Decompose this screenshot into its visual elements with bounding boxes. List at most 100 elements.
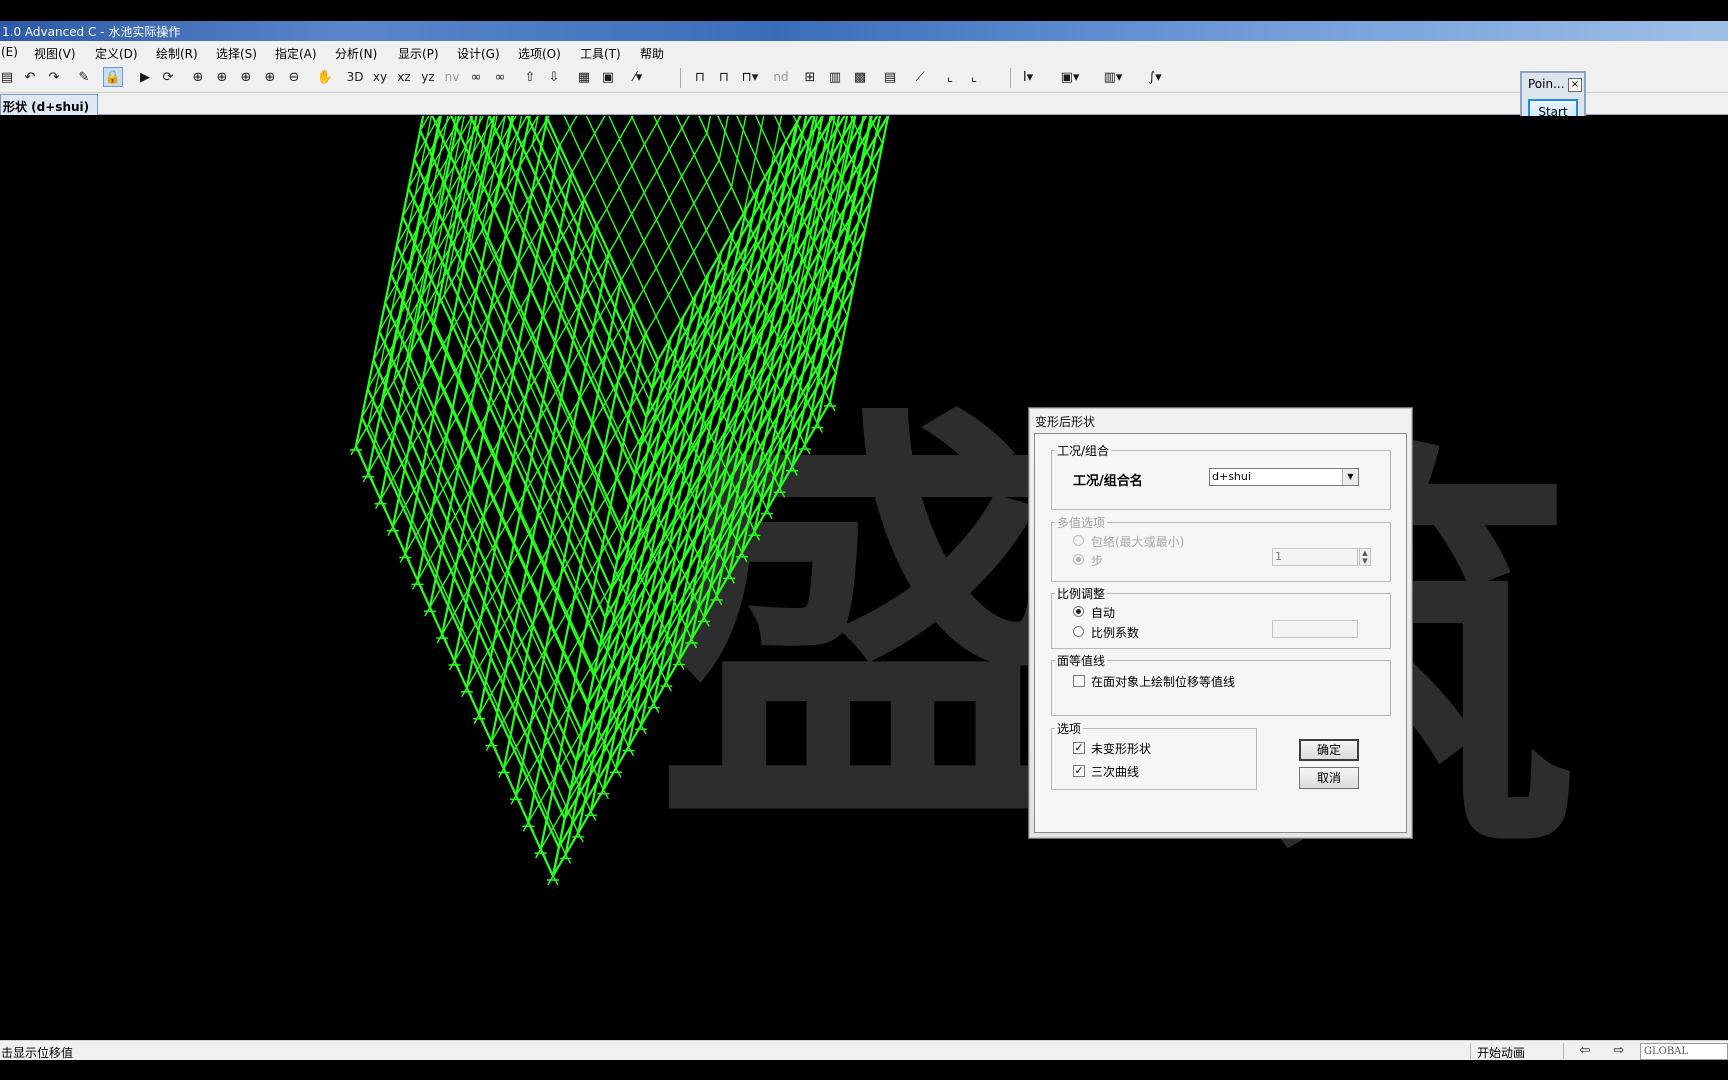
- step-radio[interactable]: [1073, 554, 1084, 565]
- joint-loads-icon[interactable]: ⊞: [800, 67, 820, 87]
- view-xz-button[interactable]: xz: [394, 67, 414, 87]
- app-window: 1.0 Advanced C - 水池实际操作 (E) 视图(V) 定义(D) …: [0, 0, 1728, 1080]
- tables-icon[interactable]: ▤: [880, 67, 900, 87]
- zoom-out-icon[interactable]: ⊖: [284, 67, 304, 87]
- cancel-button[interactable]: 取消: [1299, 767, 1359, 789]
- menu-options[interactable]: 选项(O): [518, 45, 561, 62]
- view-yz-label: yz: [421, 70, 435, 84]
- screen-dropdown-icon[interactable]: ▣▾: [1060, 67, 1080, 87]
- function-plot-icon[interactable]: ⟋: [910, 67, 930, 87]
- mesh-line: [413, 116, 441, 160]
- support-marker: [635, 723, 648, 735]
- support-marker: [761, 508, 774, 520]
- object-shrink-icon[interactable]: ▦: [574, 67, 594, 87]
- menu-select[interactable]: 选择(S): [216, 45, 257, 62]
- support-marker: [423, 605, 436, 617]
- view-yz-button[interactable]: yz: [418, 67, 438, 87]
- zoom-extents-icon[interactable]: ⊕: [212, 67, 232, 87]
- start-animation-label[interactable]: 开始动画: [1477, 1044, 1525, 1061]
- frame-loads-icon[interactable]: ▥: [825, 67, 845, 87]
- toolbar-separator: [1010, 68, 1011, 88]
- frame-icon[interactable]: ⊓: [690, 67, 710, 87]
- zoom-in-icon[interactable]: ⊕: [260, 67, 280, 87]
- ok-button[interactable]: 确定: [1299, 739, 1359, 761]
- zoom-previous-icon[interactable]: ⊕: [236, 67, 256, 87]
- envelope-radio[interactable]: [1073, 535, 1084, 546]
- chart-2-icon[interactable]: ⌞: [964, 67, 984, 87]
- undeformed-checkbox[interactable]: ✓: [1073, 742, 1085, 754]
- run-analysis-icon[interactable]: ▶: [135, 67, 155, 87]
- chart-icon[interactable]: ⌞: [940, 67, 960, 87]
- shell-loads-icon[interactable]: ▩: [850, 67, 870, 87]
- step-spinner[interactable]: ▲ ▼: [1359, 548, 1371, 566]
- model-viewport[interactable]: 盛 筑: [0, 116, 1728, 1040]
- support-marker: [448, 659, 461, 671]
- file-icon[interactable]: ▤: [0, 67, 17, 87]
- menu-analyze[interactable]: 分析(N): [335, 45, 377, 62]
- move-up-icon[interactable]: ⇧: [520, 67, 540, 87]
- contour-checkbox[interactable]: [1073, 675, 1085, 687]
- step-input[interactable]: 1: [1272, 548, 1358, 566]
- auto-scale-radio[interactable]: [1073, 606, 1084, 617]
- rotate-icon[interactable]: ⟳: [158, 67, 178, 87]
- menu-display[interactable]: 显示(P): [398, 45, 439, 62]
- chevron-down-icon[interactable]: ▼: [1342, 469, 1358, 485]
- pan-icon[interactable]: ✋: [315, 67, 335, 87]
- view-nv-label: nv: [444, 70, 460, 84]
- case-name-label: 工况/组合名: [1073, 474, 1143, 489]
- tab-deformed-shape[interactable]: 形状 (d+shui): [0, 94, 98, 115]
- scale-group-label: 比例调整: [1055, 585, 1108, 602]
- support-marker: [748, 529, 761, 541]
- scale-factor-radio[interactable]: [1073, 626, 1084, 637]
- redo-icon[interactable]: ↷: [44, 67, 64, 87]
- menu-define[interactable]: 定义(D): [95, 45, 138, 62]
- arrow-left-icon[interactable]: ⇦: [1572, 1043, 1598, 1059]
- support-marker: [811, 422, 824, 433]
- undo-icon[interactable]: ↶: [20, 67, 40, 87]
- mesh-line: [372, 359, 572, 791]
- support-marker: [534, 847, 547, 859]
- mesh-line: [413, 158, 613, 590]
- perspective-icon[interactable]: ∞: [466, 67, 486, 87]
- zoom-window-icon[interactable]: ⊕: [188, 67, 208, 87]
- view-nv-button[interactable]: nv: [442, 67, 462, 87]
- curve-dropdown-icon[interactable]: ∫▾: [1145, 67, 1165, 87]
- letterbox-top: [0, 0, 1728, 21]
- step-label: 步: [1091, 554, 1104, 568]
- lock-icon[interactable]: 🔒: [103, 67, 123, 87]
- pencil-icon[interactable]: ✎: [74, 67, 94, 87]
- multi-value-group-label: 多值选项: [1055, 514, 1108, 531]
- case-name-dropdown[interactable]: d+shui ▼: [1209, 468, 1359, 486]
- status-text: 击显示位移值: [1, 1046, 74, 1060]
- point-window-title: Poin...: [1528, 77, 1565, 91]
- menu-assign[interactable]: 指定(A): [275, 45, 317, 62]
- cubic-curve-checkbox[interactable]: ✓: [1073, 765, 1085, 777]
- arrow-right-icon[interactable]: ⇨: [1606, 1043, 1632, 1059]
- view-xz-label: xz: [397, 70, 411, 84]
- nd-button[interactable]: nd: [771, 67, 791, 87]
- menu-design[interactable]: 设计(G): [457, 45, 500, 62]
- menu-tools[interactable]: 工具(T): [580, 45, 621, 62]
- title-bar[interactable]: 1.0 Advanced C - 水池实际操作: [0, 21, 1728, 41]
- case-name-value: d+shui: [1212, 470, 1251, 483]
- move-down-icon[interactable]: ⇩: [544, 67, 564, 87]
- frame-dropdown-icon[interactable]: ⊓▾: [740, 67, 760, 87]
- view-xy-button[interactable]: xy: [370, 67, 390, 87]
- section-designer-icon[interactable]: I▾: [1018, 67, 1038, 87]
- support-marker: [497, 767, 510, 778]
- menu-view[interactable]: 视图(V): [34, 45, 76, 62]
- menu-help[interactable]: 帮助: [640, 45, 664, 62]
- design-dropdown-icon[interactable]: ▥▾: [1103, 67, 1123, 87]
- frame-3d-icon[interactable]: ⊓: [714, 67, 734, 87]
- fraction-dropdown-icon[interactable]: ⁄▾: [628, 67, 648, 87]
- display-options-icon[interactable]: ▣: [598, 67, 618, 87]
- glasses-icon[interactable]: ∞: [490, 67, 510, 87]
- menu-draw[interactable]: 绘制(R): [156, 45, 198, 62]
- view-tab-bar: 形状 (d+shui): [0, 93, 1728, 115]
- coordinate-system-dropdown[interactable]: GLOBAL: [1640, 1043, 1728, 1060]
- menu-edit[interactable]: (E): [1, 45, 18, 59]
- scale-factor-input[interactable]: [1272, 620, 1358, 638]
- view-3d-button[interactable]: 3D: [345, 67, 365, 87]
- options-group-label: 选项: [1055, 720, 1084, 737]
- close-icon[interactable]: ×: [1568, 78, 1582, 92]
